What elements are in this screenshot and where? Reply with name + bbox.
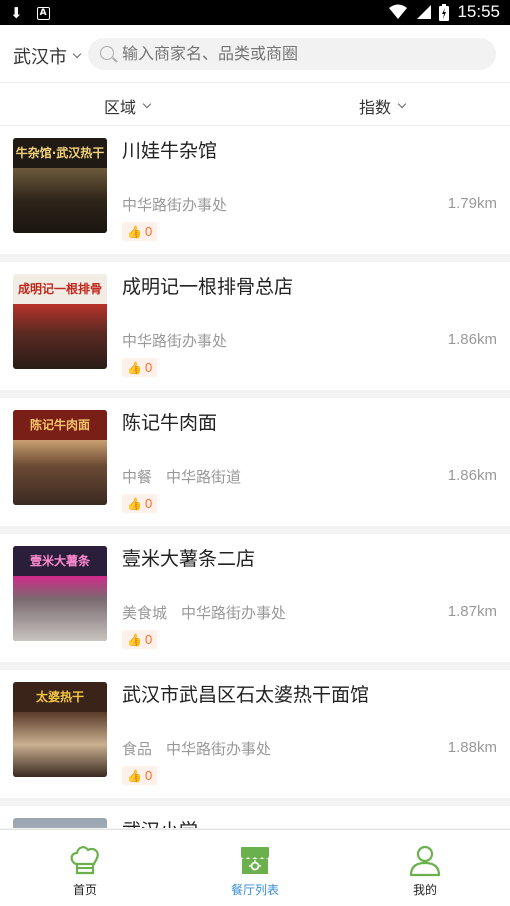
restaurant-tags: 美食城 中华路街办事处 xyxy=(122,602,286,623)
chevron-down-icon xyxy=(397,99,407,109)
restaurant-name: 武汉小学 xyxy=(122,816,198,828)
search-input[interactable] xyxy=(122,38,482,70)
like-badge[interactable]: 👍 0 xyxy=(122,222,158,241)
search-box[interactable] xyxy=(88,38,496,70)
storefront-icon xyxy=(241,847,269,874)
thumbs-up-icon: 👍 xyxy=(127,496,142,511)
list-item[interactable]: 陈记牛肉面 陈记牛肉面 中餐 中华路街道 1.86km 👍 0 xyxy=(0,398,510,526)
restaurant-tags: 中华路街办事处 xyxy=(122,330,227,351)
restaurant-tags: 食品 中华路街办事处 xyxy=(122,738,271,759)
tag: 食品 xyxy=(122,740,153,758)
like-count: 0 xyxy=(144,496,153,511)
like-count: 0 xyxy=(144,768,153,783)
restaurant-name: 成明记一根排骨总店 xyxy=(122,276,294,298)
nav-restaurant-list[interactable]: 餐厅列表 xyxy=(195,830,315,906)
tag: 中华路街办事处 xyxy=(181,604,287,622)
city-selector[interactable]: 武汉市 xyxy=(13,43,82,69)
search-icon xyxy=(100,46,114,60)
nav-home[interactable]: 首页 xyxy=(25,830,145,906)
restaurant-photo: 牛杂馆·武汉热干 xyxy=(13,138,107,233)
restaurant-photo: 陈记牛肉面 xyxy=(13,410,107,505)
status-bar: ⬇ A 15:55 xyxy=(0,0,510,25)
filter-bar: 区域 指数 xyxy=(0,82,510,126)
restaurant-photo xyxy=(13,818,107,828)
nav-home-label: 首页 xyxy=(72,883,97,897)
filter-index-label: 指数 xyxy=(359,98,392,117)
restaurant-name: 武汉市武昌区石太婆热干面馆 xyxy=(122,684,370,706)
nav-restaurant-list-label: 餐厅列表 xyxy=(230,883,279,897)
top-bar: 武汉市 xyxy=(0,25,510,82)
user-icon xyxy=(409,845,441,877)
tag: 美食城 xyxy=(122,604,168,622)
list-item[interactable]: 壹米大薯条 壹米大薯条二店 美食城 中华路街办事处 1.87km 👍 0 xyxy=(0,534,510,662)
restaurant-name: 壹米大薯条二店 xyxy=(122,548,256,570)
photo-sign-text: 太婆热干 xyxy=(13,682,107,712)
photo-sign-text: 成明记一根排骨 xyxy=(13,274,107,304)
list-item[interactable]: 太婆热干 武汉市武昌区石太婆热干面馆 食品 中华路街办事处 1.88km 👍 0 xyxy=(0,670,510,798)
thumbs-up-icon: 👍 xyxy=(127,632,142,647)
distance: 1.87km xyxy=(447,603,497,620)
filter-region[interactable]: 区域 xyxy=(104,94,152,118)
like-count: 0 xyxy=(144,224,153,239)
wifi-icon xyxy=(389,4,408,19)
restaurant-photo: 太婆热干 xyxy=(13,682,107,777)
list-item[interactable]: 武汉小学 xyxy=(0,806,510,828)
photo-sign-text: 牛杂馆·武汉热干 xyxy=(13,138,107,168)
clock: 15:55 xyxy=(457,2,500,21)
nav-profile-label: 我的 xyxy=(412,883,437,897)
like-badge[interactable]: 👍 0 xyxy=(122,494,158,513)
restaurant-name: 川娃牛杂馆 xyxy=(122,140,218,162)
like-badge[interactable]: 👍 0 xyxy=(122,766,158,785)
tag: 中华路街道 xyxy=(166,468,242,486)
tag: 中华路街办事处 xyxy=(122,196,228,214)
signal-icon xyxy=(417,5,432,19)
nav-profile[interactable]: 我的 xyxy=(365,830,485,906)
tag: 中华路街办事处 xyxy=(122,332,228,350)
distance: 1.88km xyxy=(447,739,497,756)
city-label: 武汉市 xyxy=(13,47,67,68)
download-icon: ⬇ xyxy=(10,4,23,22)
thumbs-up-icon: 👍 xyxy=(127,768,142,783)
restaurant-name: 陈记牛肉面 xyxy=(122,412,218,434)
bottom-nav: 首页 餐厅列表 我的 xyxy=(0,829,510,906)
distance: 1.86km xyxy=(447,467,497,484)
filter-index[interactable]: 指数 xyxy=(359,94,407,118)
list-item[interactable]: 牛杂馆·武汉热干 川娃牛杂馆 中华路街办事处 1.79km 👍 0 xyxy=(0,126,510,254)
like-count: 0 xyxy=(144,360,153,375)
photo-sign-text: 陈记牛肉面 xyxy=(13,410,107,440)
chevron-down-icon xyxy=(72,49,82,59)
distance: 1.86km xyxy=(447,331,497,348)
restaurant-photo: 壹米大薯条 xyxy=(13,546,107,641)
filter-region-label: 区域 xyxy=(104,98,137,117)
tag: 中华路街办事处 xyxy=(166,740,272,758)
restaurant-tags: 中华路街办事处 xyxy=(122,194,227,215)
restaurant-tags: 中餐 中华路街道 xyxy=(122,466,241,487)
battery-charging-icon xyxy=(439,3,450,21)
restaurant-photo: 成明记一根排骨 xyxy=(13,274,107,369)
like-badge[interactable]: 👍 0 xyxy=(122,358,158,377)
chevron-down-icon xyxy=(142,99,152,109)
chef-hat-icon xyxy=(70,846,99,875)
restaurant-list[interactable]: 牛杂馆·武汉热干 川娃牛杂馆 中华路街办事处 1.79km 👍 0 成明记一根排… xyxy=(0,126,510,828)
photo-sign-text: 壹米大薯条 xyxy=(13,546,107,576)
like-count: 0 xyxy=(144,632,153,647)
thumbs-up-icon: 👍 xyxy=(127,224,142,239)
like-badge[interactable]: 👍 0 xyxy=(122,630,158,649)
thumbs-up-icon: 👍 xyxy=(127,360,142,375)
distance: 1.79km xyxy=(447,195,497,212)
notification-a-icon: A xyxy=(36,6,50,20)
list-item[interactable]: 成明记一根排骨 成明记一根排骨总店 中华路街办事处 1.86km 👍 0 xyxy=(0,262,510,390)
tag: 中餐 xyxy=(122,468,153,486)
